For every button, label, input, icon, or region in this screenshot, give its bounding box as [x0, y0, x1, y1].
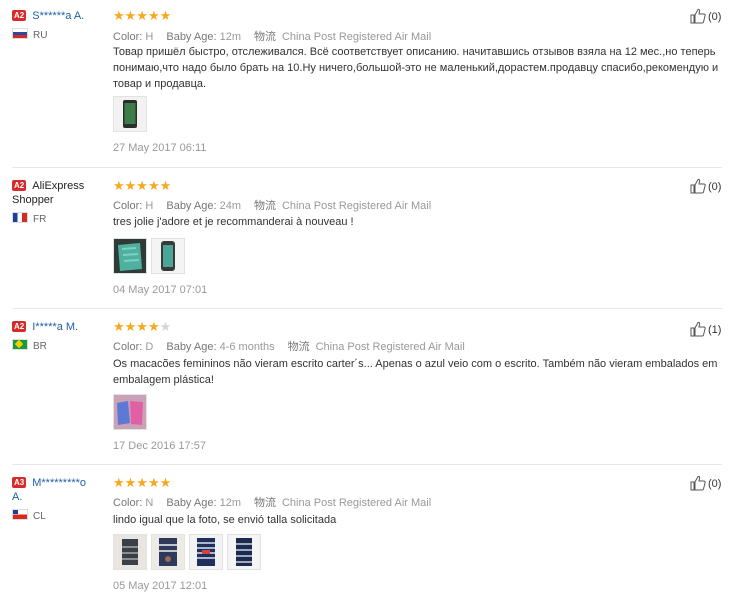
review-date: 27 May 2017 06:11 — [113, 142, 207, 154]
star-rating: ★★★★★ — [113, 475, 172, 490]
review-photo-thumbnail[interactable] — [113, 394, 147, 430]
clothing-photo-icon — [114, 395, 146, 429]
reviewer-name-continued: Shopper — [12, 194, 54, 206]
clothing-photo-icon — [190, 535, 222, 569]
review-text: Os macacões femininos não vieram escrito… — [113, 358, 718, 386]
reviewer-name[interactable]: S******a A. — [32, 10, 84, 22]
helpful-count: (0) — [708, 11, 722, 23]
france-flag-icon — [12, 212, 28, 223]
star-rating: ★★★★★ — [113, 178, 172, 193]
review-date: 17 Dec 2016 17:57 — [113, 440, 206, 452]
star-rating: ★★★★★ — [113, 8, 172, 23]
reviewer-name[interactable]: I*****a M. — [32, 321, 78, 333]
divider — [12, 167, 722, 168]
russia-flag-icon — [12, 28, 28, 39]
clothing-photo-icon — [152, 239, 184, 273]
divider — [12, 308, 722, 309]
review-meta: Color: D Baby Age: 4-6 months 物流 China Post… — [113, 341, 465, 353]
review-photo-thumbnail[interactable] — [189, 534, 223, 570]
helpful-count: (0) — [708, 181, 722, 193]
helpful-button[interactable]: (0) — [690, 8, 721, 24]
review-text: tres jolie j'adore et je recommanderai à… — [113, 216, 354, 228]
helpful-button[interactable]: (0) — [690, 178, 721, 194]
chile-flag-icon — [12, 509, 28, 520]
review-text: lindo igual que la foto, se envió talla … — [113, 514, 337, 526]
clothing-photo-icon — [114, 535, 146, 569]
reviewer-name[interactable]: M*********o — [32, 477, 86, 489]
buyer-level-badge: A3 — [12, 477, 27, 488]
review-date: 04 May 2017 07:01 — [113, 284, 208, 296]
thumbs-up-icon — [690, 475, 706, 491]
helpful-count: (1) — [708, 324, 722, 336]
helpful-count: (0) — [708, 478, 722, 490]
review-photo-thumbnail[interactable] — [113, 534, 147, 570]
reviewer-country: FR — [12, 212, 102, 225]
helpful-button[interactable]: (0) — [690, 475, 721, 491]
reviewer-name: AliExpress — [32, 180, 85, 192]
reviewer-name-continued[interactable]: A. — [12, 491, 22, 503]
review-text: Товар пришёл быстро, отслеживался. Всё с… — [113, 46, 719, 90]
reviewer-info: A2 I*****a M. BR — [12, 320, 102, 352]
reviewer-info: A2 AliExpress Shopper FR — [12, 179, 102, 225]
thumbs-up-icon — [690, 321, 706, 337]
buyer-level-badge: A2 — [12, 10, 27, 21]
reviewer-info: A2 S******a A. RU — [12, 9, 102, 41]
review-photo-thumbnail[interactable] — [113, 96, 147, 132]
clothing-photo-icon — [152, 535, 184, 569]
review-photo-thumbnail[interactable] — [151, 534, 185, 570]
review-meta: Color: N Baby Age: 12m 物流 China Post Regist… — [113, 497, 432, 509]
reviewer-info: A3 M*********o A. CL — [12, 476, 102, 522]
brazil-flag-icon — [12, 339, 28, 350]
phone-photo-icon — [114, 97, 146, 131]
star-rating: ★★★★★ — [113, 319, 172, 334]
clothing-photo-icon — [114, 239, 146, 273]
review-date: 05 May 2017 12:01 — [113, 580, 208, 592]
review-photo-thumbnail[interactable] — [113, 238, 147, 274]
review-photo-thumbnail[interactable] — [227, 534, 261, 570]
review-meta: Color: H Baby Age: 24m 物流 China Post Regist… — [113, 200, 432, 212]
helpful-button[interactable]: (1) — [690, 321, 721, 337]
buyer-level-badge: A2 — [12, 321, 27, 332]
thumbs-up-icon — [690, 178, 706, 194]
review-photo-thumbnail[interactable] — [151, 238, 185, 274]
divider — [12, 464, 722, 465]
reviewer-country: BR — [12, 339, 102, 352]
clothing-photo-icon — [228, 535, 260, 569]
reviewer-country: CL — [12, 509, 102, 522]
thumbs-up-icon — [690, 8, 706, 24]
reviewer-country: RU — [12, 28, 102, 41]
buyer-level-badge: A2 — [12, 180, 27, 191]
review-meta: Color: H Baby Age: 12m 物流 China Post Regist… — [113, 31, 432, 43]
